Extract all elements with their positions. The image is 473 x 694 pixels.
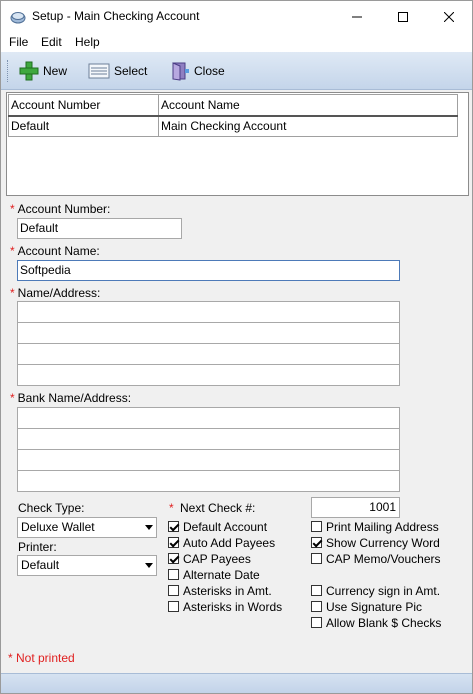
name-address-field[interactable] [17,301,400,386]
checkbox-box[interactable] [168,601,179,612]
required-marker: * [10,286,15,300]
required-marker: * [169,501,174,515]
bank-address-line[interactable] [18,450,399,471]
account-number-label: * Account Number: [10,202,111,216]
printer-label: Printer: [18,540,57,554]
new-button[interactable]: New [19,60,67,82]
bank-address-field[interactable] [17,407,400,492]
grid-header-row: Account Number Account Name [8,94,458,117]
cell-account-name[interactable]: Main Checking Account [158,115,458,137]
plus-icon [19,61,39,81]
setup-window: Setup - Main Checking Account File Edit … [0,0,473,694]
account-name-label: * Account Name: [10,244,100,258]
list-select-icon [88,63,110,79]
asterisks-amt-checkbox[interactable]: Asterisks in Amt. [168,583,272,598]
bank-address-line[interactable] [18,429,399,450]
checkbox-box[interactable] [311,521,322,532]
bank-address-line[interactable] [18,471,399,492]
toolbar: New Select Close [1,52,472,90]
name-address-label: * Name/Address: [10,286,101,300]
column-header-account-name[interactable]: Account Name [158,94,458,117]
checkbox-box[interactable] [311,585,322,596]
menu-bar: File Edit Help [1,32,472,52]
chevron-down-icon [145,563,153,568]
address-line[interactable] [18,302,399,323]
next-check-label: * Next Check #: [169,501,256,515]
close-button-label: Close [194,64,225,78]
account-name-field[interactable]: Softpedia [17,260,400,281]
use-signature-pic-checkbox[interactable]: Use Signature Pic [311,599,422,614]
maximize-button[interactable] [380,1,426,32]
checkbox-box[interactable] [311,537,322,548]
not-printed-note: * Not printed [8,651,75,665]
select-button[interactable]: Select [88,60,147,82]
toolbar-grip[interactable] [7,60,10,82]
default-account-checkbox[interactable]: Default Account [168,519,267,534]
title-bar[interactable]: Setup - Main Checking Account [1,1,472,32]
checkbox-box[interactable] [168,569,179,580]
minimize-button[interactable] [334,1,380,32]
check-type-value: Deluxe Wallet [21,520,95,534]
menu-edit[interactable]: Edit [41,35,62,49]
currency-sign-checkbox[interactable]: Currency sign in Amt. [311,583,440,598]
required-marker: * [10,202,15,216]
cap-memo-vouchers-checkbox[interactable]: CAP Memo/Vouchers [311,551,441,566]
select-button-label: Select [114,64,148,78]
table-row[interactable]: Default Main Checking Account [8,115,458,137]
printer-value: Default [21,558,60,572]
checkbox-box[interactable] [168,521,179,532]
column-header-account-number[interactable]: Account Number [8,94,159,117]
checkbox-box[interactable] [311,617,322,628]
window-title: Setup - Main Checking Account [32,9,200,23]
new-button-label: New [43,64,68,78]
bank-address-line[interactable] [18,408,399,429]
bank-address-label: * Bank Name/Address: [10,391,132,405]
allow-blank-checks-checkbox[interactable]: Allow Blank $ Checks [311,615,441,630]
check-type-label: Check Type: [18,501,85,515]
address-line[interactable] [18,344,399,365]
alternate-date-checkbox[interactable]: Alternate Date [168,567,260,582]
cap-payees-checkbox[interactable]: CAP Payees [168,551,251,566]
auto-add-payees-checkbox[interactable]: Auto Add Payees [168,535,275,550]
required-marker: * [10,391,15,405]
check-type-select[interactable]: Deluxe Wallet [17,517,157,538]
printer-select[interactable]: Default [17,555,157,576]
menu-file[interactable]: File [9,35,28,49]
app-icon [10,9,26,25]
close-button[interactable]: Close [170,60,225,82]
address-line[interactable] [18,323,399,344]
show-currency-word-checkbox[interactable]: Show Currency Word [311,535,440,550]
maximize-icon [398,11,408,22]
checkbox-box[interactable] [168,537,179,548]
status-bar [1,673,472,693]
address-line[interactable] [18,365,399,386]
checkbox-box[interactable] [311,553,322,564]
print-mailing-address-checkbox[interactable]: Print Mailing Address [311,519,439,534]
cell-account-number[interactable]: Default [8,115,159,137]
checkbox-box[interactable] [311,601,322,612]
account-number-field[interactable]: Default [17,218,182,239]
chevron-down-icon [145,525,153,530]
close-icon [444,11,454,22]
menu-help[interactable]: Help [75,35,100,49]
accounts-grid[interactable]: Account Number Account Name Default Main… [6,92,469,196]
close-window-button[interactable] [426,1,472,32]
required-marker: * [10,244,15,258]
minimize-icon [352,16,362,17]
next-check-number-field[interactable]: 1001 [311,497,400,518]
checkbox-box[interactable] [168,585,179,596]
asterisks-words-checkbox[interactable]: Asterisks in Words [168,599,282,614]
checkbox-box[interactable] [168,553,179,564]
door-exit-icon [172,62,189,81]
